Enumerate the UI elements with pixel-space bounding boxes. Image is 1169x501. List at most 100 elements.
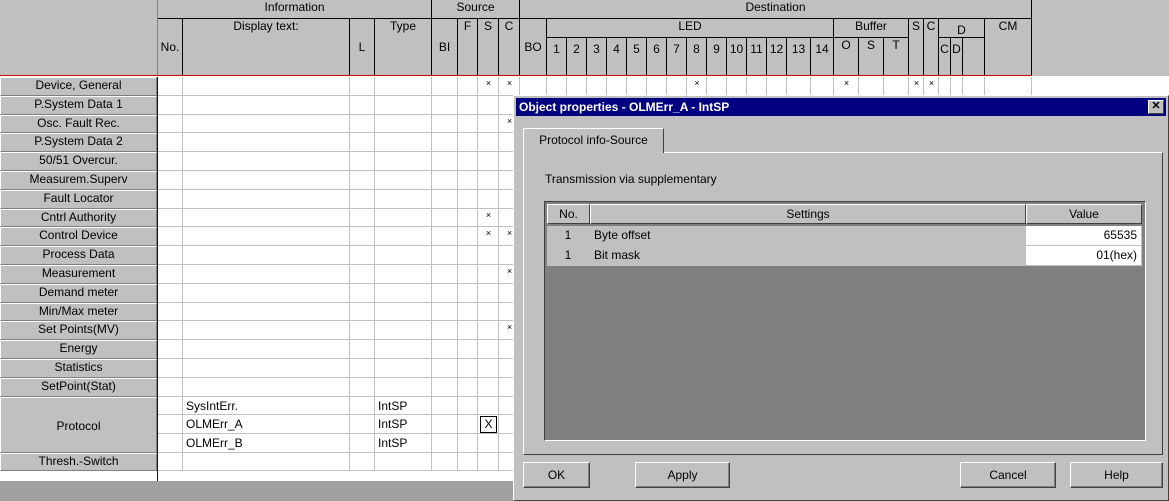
matrix-cell[interactable] [350, 340, 375, 359]
protocol-type[interactable]: IntSP [375, 397, 432, 416]
matrix-cell[interactable] [432, 208, 458, 228]
matrix-cell[interactable] [432, 114, 458, 134]
matrix-cell[interactable] [478, 452, 499, 472]
matrix-cell[interactable] [939, 77, 951, 96]
matrix-cell[interactable] [158, 340, 183, 359]
matrix-cell[interactable] [350, 189, 375, 209]
matrix-cell[interactable] [520, 77, 547, 96]
matrix-cell[interactable] [667, 77, 687, 96]
matrix-cell[interactable] [432, 246, 458, 265]
matrix-cell[interactable] [432, 340, 458, 359]
matrix-cell[interactable] [375, 227, 432, 247]
row-header[interactable]: Set Points(MV) [0, 321, 157, 341]
matrix-cell[interactable] [458, 283, 478, 303]
matrix-cell[interactable] [458, 152, 478, 171]
matrix-cell[interactable] [432, 433, 458, 453]
cancel-button[interactable]: Cancel [960, 462, 1056, 488]
matrix-cell[interactable] [350, 321, 375, 341]
matrix-cell[interactable] [458, 452, 478, 472]
matrix-cell[interactable] [350, 265, 375, 284]
matrix-cell[interactable] [478, 189, 499, 209]
matrix-cell[interactable] [375, 133, 432, 153]
matrix-cell[interactable] [985, 77, 1032, 96]
matrix-cell[interactable] [647, 77, 667, 96]
matrix-cell[interactable] [158, 415, 183, 434]
matrix-cell[interactable] [350, 377, 375, 397]
matrix-cell[interactable] [158, 227, 183, 247]
row-header[interactable]: Thresh.-Switch [0, 452, 157, 472]
matrix-cell[interactable] [158, 377, 183, 397]
matrix-cell[interactable] [884, 77, 909, 96]
matrix-cell[interactable] [158, 359, 183, 378]
matrix-cell[interactable] [183, 452, 350, 472]
row-header[interactable]: P.System Data 2 [0, 133, 157, 153]
matrix-cell[interactable] [183, 321, 350, 341]
matrix-cell[interactable] [458, 95, 478, 115]
byte-offset-value[interactable]: 65535 [1026, 226, 1142, 246]
matrix-cell[interactable] [375, 302, 432, 322]
matrix-cell[interactable] [158, 396, 183, 416]
matrix-cell[interactable] [183, 171, 350, 190]
matrix-cell[interactable] [458, 265, 478, 284]
row-header[interactable]: Demand meter [0, 283, 157, 303]
matrix-cell[interactable] [375, 321, 432, 341]
help-button[interactable]: Help [1070, 462, 1163, 488]
matrix-cell[interactable] [478, 377, 499, 397]
matrix-cell[interactable] [458, 302, 478, 322]
matrix-cell[interactable] [375, 77, 432, 96]
matrix-cell[interactable] [432, 359, 458, 378]
matrix-cell[interactable] [183, 302, 350, 322]
matrix-cell[interactable] [158, 152, 183, 171]
matrix-cell[interactable] [350, 246, 375, 265]
row-header[interactable]: Device, General [0, 77, 157, 96]
col-value-header[interactable]: Value [1026, 204, 1142, 224]
matrix-cell[interactable] [183, 265, 350, 284]
protocol-display-text[interactable]: OLMErr_A [183, 415, 350, 434]
matrix-cell[interactable] [375, 265, 432, 284]
matrix-cell[interactable] [458, 396, 478, 416]
col-no-header[interactable]: No. [547, 204, 590, 224]
matrix-cell[interactable] [458, 114, 478, 134]
matrix-cell[interactable] [158, 189, 183, 209]
matrix-cell[interactable] [158, 133, 183, 153]
row-header[interactable]: P.System Data 1 [0, 95, 157, 115]
protocol-type[interactable]: IntSP [375, 415, 432, 434]
matrix-cell[interactable] [458, 189, 478, 209]
matrix-cell[interactable] [478, 171, 499, 190]
row-header[interactable]: Osc. Fault Rec. [0, 114, 157, 134]
matrix-cell[interactable] [478, 133, 499, 153]
row-header[interactable]: Min/Max meter [0, 302, 157, 322]
matrix-cell[interactable] [432, 189, 458, 209]
matrix-cell[interactable] [158, 171, 183, 190]
matrix-cell[interactable] [567, 77, 587, 96]
matrix-cell[interactable] [375, 114, 432, 134]
close-icon[interactable]: ✕ [1148, 100, 1164, 114]
matrix-cell[interactable] [183, 227, 350, 247]
matrix-cell[interactable] [458, 340, 478, 359]
matrix-cell[interactable] [727, 77, 747, 96]
row-header[interactable]: Fault Locator [0, 189, 157, 209]
matrix-cell[interactable] [627, 77, 647, 96]
row-header[interactable]: 50/51 Overcur. [0, 152, 157, 171]
col-settings-header[interactable]: Settings [590, 204, 1026, 224]
matrix-cell[interactable] [767, 77, 787, 96]
matrix-cell[interactable] [587, 77, 607, 96]
row-header[interactable]: Cntrl Authority [0, 208, 157, 228]
matrix-cell[interactable] [478, 152, 499, 171]
matrix-cell[interactable] [432, 377, 458, 397]
matrix-cell[interactable] [350, 133, 375, 153]
matrix-cell[interactable] [607, 77, 627, 96]
matrix-cell[interactable] [375, 189, 432, 209]
apply-button[interactable]: Apply [635, 462, 730, 488]
matrix-cell[interactable] [478, 359, 499, 378]
matrix-cell[interactable] [458, 133, 478, 153]
matrix-cell[interactable] [432, 415, 458, 434]
matrix-cell[interactable] [432, 283, 458, 303]
matrix-cell[interactable] [350, 396, 375, 416]
matrix-cell[interactable] [432, 321, 458, 341]
matrix-cell[interactable] [350, 171, 375, 190]
matrix-cell[interactable] [350, 227, 375, 247]
matrix-cell[interactable] [158, 246, 183, 265]
matrix-cell[interactable] [183, 77, 350, 96]
matrix-cell[interactable] [432, 133, 458, 153]
